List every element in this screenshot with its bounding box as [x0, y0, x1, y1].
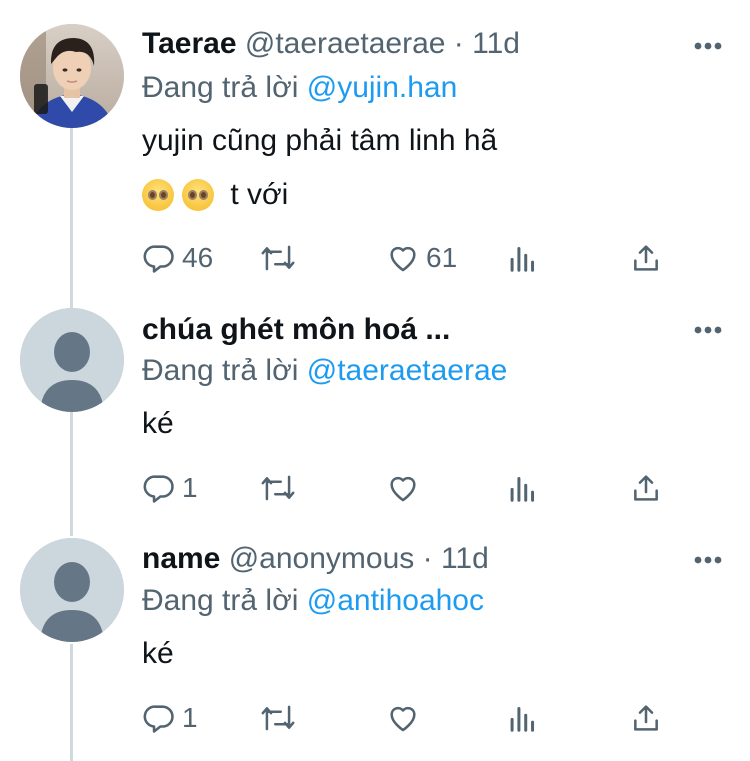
default-avatar-icon	[20, 538, 124, 642]
mention-link[interactable]: @yujin.han	[307, 71, 458, 104]
retweet-icon	[261, 705, 295, 731]
reply-icon	[143, 475, 174, 503]
like-icon	[390, 246, 416, 272]
separator-dot: ·	[414, 542, 441, 575]
avatar[interactable]	[20, 308, 124, 412]
share-icon	[634, 245, 658, 271]
retweet-button[interactable]	[260, 240, 296, 276]
timestamp[interactable]: 11d	[472, 27, 520, 60]
replying-prefix: Đang trả lời	[142, 584, 307, 617]
tweet-header: chúa ghét môn hoá ...	[142, 312, 450, 348]
reply-icon	[143, 245, 174, 273]
analytics-button[interactable]	[508, 700, 538, 736]
tweet-text: ké	[142, 407, 174, 440]
more-icon[interactable]	[694, 41, 722, 51]
analytics-button[interactable]	[508, 240, 538, 276]
analytics-button[interactable]	[508, 470, 538, 506]
tweet[interactable]: chúa ghét môn hoá ... Đang trả lời @taer…	[0, 300, 750, 530]
display-name[interactable]: Taerae	[142, 27, 237, 60]
display-name[interactable]: name	[142, 542, 220, 575]
default-avatar-icon	[20, 308, 124, 412]
retweet-button[interactable]	[260, 470, 296, 506]
profile-photo	[20, 24, 124, 128]
replying-prefix: Đang trả lời	[142, 71, 307, 104]
like-count: 61	[426, 242, 458, 273]
tweet-text: ké	[142, 637, 174, 670]
avatar[interactable]	[20, 538, 124, 642]
tweet-text-line: t với	[142, 175, 497, 215]
pleading-face-emoji	[182, 179, 214, 211]
reply-button[interactable]: 1	[142, 700, 198, 736]
reply-count: 1	[182, 702, 198, 733]
tweet-text: yujin cũng phải tâm linh hã t với	[142, 121, 497, 215]
reply-count: 46	[182, 242, 214, 273]
retweet-icon	[261, 245, 295, 271]
like-button[interactable]	[386, 470, 420, 506]
tweet[interactable]: name @anonymous · 11d Đang trả lời @anti…	[0, 530, 750, 761]
reply-icon	[143, 705, 174, 733]
more-icon[interactable]	[694, 555, 722, 565]
username[interactable]: @anonymous	[229, 542, 415, 575]
reply-button[interactable]: 46	[142, 240, 213, 276]
tweet-text-fragment: t với	[222, 178, 289, 211]
analytics-icon	[510, 476, 535, 502]
tweet-header: name @anonymous · 11d	[142, 541, 489, 577]
avatar[interactable]	[20, 24, 124, 128]
like-button[interactable]: 61	[386, 240, 457, 276]
share-button[interactable]	[630, 700, 662, 736]
replying-prefix: Đang trả lời	[142, 354, 307, 387]
separator-dot: ·	[445, 27, 473, 60]
analytics-icon	[510, 246, 535, 272]
replying-to: Đang trả lời @antihoahoc	[142, 583, 484, 619]
mention-link[interactable]: @taeraetaerae	[307, 354, 508, 387]
like-button[interactable]	[386, 700, 420, 736]
mention-link[interactable]: @antihoahoc	[307, 584, 484, 617]
more-icon[interactable]	[694, 325, 722, 335]
timestamp[interactable]: 11d	[441, 542, 489, 575]
display-name[interactable]: chúa ghét môn hoá ...	[142, 313, 450, 346]
retweet-icon	[261, 475, 295, 501]
action-bar: 46 61	[142, 240, 722, 276]
reply-button[interactable]: 1	[142, 470, 198, 506]
username[interactable]: @taeraetaerae	[245, 27, 446, 60]
tweet-header: Taerae @taeraetaerae · 11d	[142, 26, 520, 62]
retweet-button[interactable]	[260, 700, 296, 736]
like-icon	[390, 706, 416, 732]
share-icon	[634, 705, 658, 731]
tweet-text-line: yujin cũng phải tâm linh hã	[142, 124, 498, 157]
share-button[interactable]	[630, 240, 662, 276]
tweet[interactable]: Taerae @taeraetaerae · 11d Đang trả lời …	[0, 0, 750, 290]
reply-count: 1	[182, 472, 198, 503]
pleading-face-emoji	[142, 179, 174, 211]
like-icon	[390, 476, 416, 502]
action-bar: 1	[142, 470, 722, 506]
analytics-icon	[510, 706, 535, 732]
share-button[interactable]	[630, 470, 662, 506]
action-bar: 1	[142, 700, 722, 736]
share-icon	[634, 475, 658, 501]
replying-to: Đang trả lời @taeraetaerae	[142, 353, 507, 389]
replying-to: Đang trả lời @yujin.han	[142, 70, 457, 106]
